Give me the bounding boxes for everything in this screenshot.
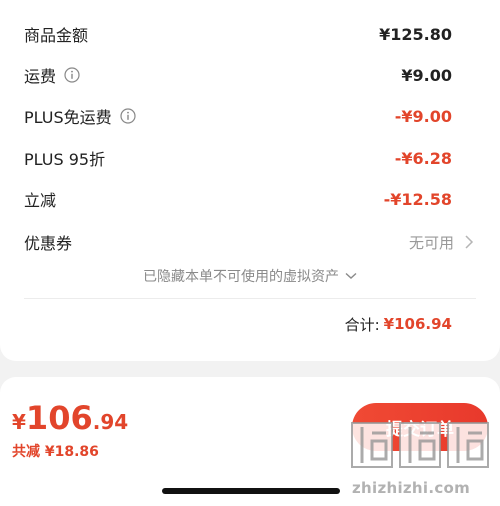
saved-amount: 共减 ¥18.86 [12, 441, 99, 461]
coupon-label: 优惠券 [24, 234, 73, 253]
coupon-selector[interactable]: 无可用 [409, 232, 474, 253]
chevron-right-icon [464, 235, 474, 249]
plus-free-shipping-value: -¥9.00 [394, 106, 452, 126]
shipping-fee-label: 运费 [24, 67, 57, 86]
total-label: 合计: [344, 315, 380, 334]
instant-discount-value: -¥12.58 [383, 189, 452, 209]
info-icon[interactable] [64, 67, 80, 83]
saved-value: ¥18.86 [44, 444, 99, 460]
instant-discount-row: 立减 -¥12.58 [24, 184, 452, 214]
checkout-bar: ¥106.94 共减 ¥18.86 提交订单 zhizhizhi.com [0, 377, 500, 506]
total-value: ¥106.94 [383, 315, 452, 333]
coupon-status: 无可用 [408, 233, 454, 252]
shipping-fee-row: 运费 ¥9.00 [24, 60, 452, 90]
total-row: 合计: ¥106.94 [345, 309, 452, 339]
info-icon[interactable] [120, 108, 136, 124]
watermark-text: zhizhizhi.com [352, 479, 471, 497]
coupon-row[interactable]: 优惠券 无可用 [24, 227, 474, 257]
plus-free-shipping-label: PLUS免运费 [24, 108, 112, 127]
pay-decimal: .94 [92, 410, 129, 434]
hidden-assets-text: 已隐藏本单不可使用的虚拟资产 [143, 269, 339, 285]
plus-free-shipping-label-group: PLUS免运费 [24, 104, 136, 128]
order-summary-card: 商品金额 ¥125.80 运费 ¥9.00 PLUS免运费 -¥9.00 PLU… [0, 0, 500, 361]
shipping-fee-label-group: 运费 [24, 63, 80, 87]
shipping-fee-value: ¥9.00 [401, 65, 452, 85]
goods-amount-label: 商品金额 [24, 26, 89, 45]
pay-integer: 106 [25, 399, 93, 437]
hidden-assets-toggle[interactable]: 已隐藏本单不可使用的虚拟资产 [0, 264, 500, 288]
instant-discount-label: 立减 [24, 191, 57, 210]
pay-currency: ¥ [12, 410, 26, 434]
plus-discount-label: PLUS 95折 [24, 150, 106, 169]
saved-label: 共减 [12, 444, 40, 460]
chevron-down-icon [345, 272, 357, 280]
divider [24, 298, 476, 299]
submit-order-button[interactable]: 提交订单 [352, 403, 488, 451]
pay-amount: ¥106.94 [12, 399, 128, 437]
plus-discount-value: -¥6.28 [394, 148, 452, 168]
home-indicator [162, 488, 340, 494]
goods-amount-value: ¥125.80 [379, 24, 452, 44]
goods-amount-row: 商品金额 ¥125.80 [24, 19, 452, 49]
plus-discount-row: PLUS 95折 -¥6.28 [24, 143, 452, 173]
plus-free-shipping-row: PLUS免运费 -¥9.00 [24, 101, 452, 131]
